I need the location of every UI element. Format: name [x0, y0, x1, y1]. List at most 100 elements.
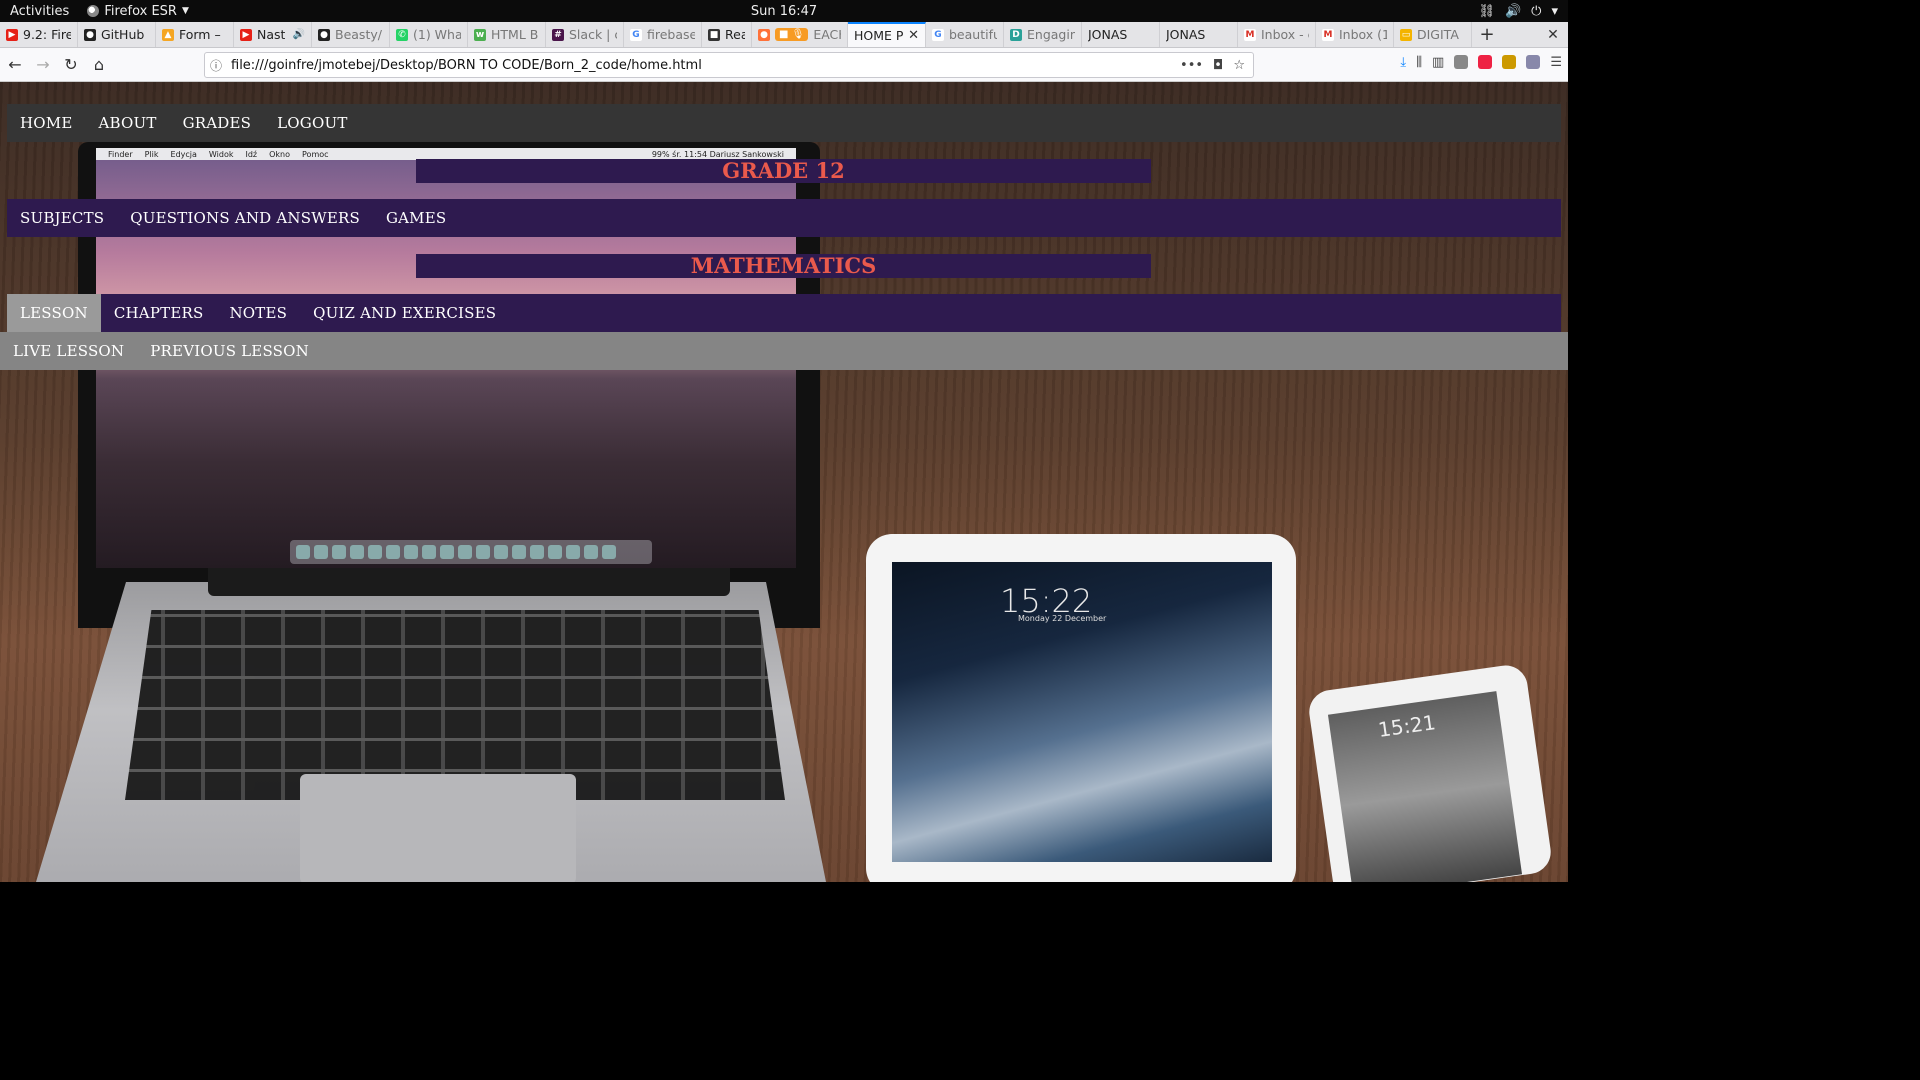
- forward-button[interactable]: →: [30, 52, 56, 78]
- browser-tab[interactable]: ● GitHub: [78, 22, 156, 47]
- toolbar-right-icons: ⤓ ⫼ ▥ ☰: [1400, 55, 1562, 70]
- url-text[interactable]: file:///goinfre/jmotebej/Desktop/BORN TO…: [227, 58, 1180, 73]
- nav-lesson-link[interactable]: LESSON: [7, 294, 101, 332]
- home-button[interactable]: ⌂: [86, 52, 112, 78]
- url-bar[interactable]: ⓘ file:///goinfre/jmotebej/Desktop/BORN …: [204, 52, 1254, 78]
- google-icon: G: [932, 28, 944, 41]
- nav-about-link[interactable]: ABOUT: [86, 104, 170, 142]
- browser-tab[interactable]: ● Beasty/: [312, 22, 390, 47]
- page-actions-icon[interactable]: •••: [1180, 58, 1203, 73]
- app-name: Firefox ESR: [104, 3, 177, 19]
- github-icon: ●: [84, 28, 96, 41]
- window-close-button[interactable]: ✕: [1538, 22, 1568, 47]
- speaker-icon[interactable]: 🔊: [293, 29, 305, 40]
- github-icon: ●: [318, 28, 330, 41]
- lesson-dropdown: LIVE LESSON PREVIOUS LESSON: [0, 332, 1568, 370]
- browser-tab[interactable]: ▶ Nast 🔊: [234, 22, 312, 47]
- background-dock: [290, 540, 652, 564]
- background-laptop-hinge: [208, 568, 730, 596]
- background-keyboard: [125, 610, 785, 800]
- extension-icon[interactable]: [1502, 55, 1517, 69]
- arrow-right-icon: →: [36, 55, 50, 74]
- sidebar-icon[interactable]: ▥: [1432, 55, 1444, 70]
- system-top-bar: Activities Firefox ESR ▼ Sun 16:47 ⛓ 🔊 ⏻…: [0, 0, 1568, 22]
- page-icon: ■: [708, 28, 720, 41]
- power-icon: ⏻: [1531, 3, 1542, 19]
- site-info-icon[interactable]: ⓘ: [205, 57, 227, 74]
- browser-tab[interactable]: D Engagin: [1004, 22, 1082, 47]
- camera-sharing-icon[interactable]: ■ 🎙: [775, 28, 809, 41]
- background-tablet-date: Monday 22 December: [1018, 614, 1107, 623]
- browser-tab-active[interactable]: HOME P ✕: [848, 22, 926, 47]
- browser-tab[interactable]: M Inbox (1: [1316, 22, 1394, 47]
- menu-icon[interactable]: ☰: [1550, 55, 1562, 70]
- chevron-down-icon: ▼: [181, 6, 189, 16]
- browser-tab[interactable]: MInbox - c: [1238, 22, 1316, 47]
- browser-tab[interactable]: ▭ DIGITA: [1394, 22, 1472, 47]
- lesson-nav: LESSON CHAPTERS NOTES QUIZ AND EXERCISES: [7, 294, 1561, 332]
- library-icon[interactable]: ⫼: [1416, 55, 1422, 70]
- youtube-icon: ▶: [240, 28, 252, 41]
- live-lesson-link[interactable]: LIVE LESSON: [0, 332, 137, 370]
- browser-tab[interactable]: ✆(1) What: [390, 22, 468, 47]
- firefox-icon: ●: [758, 28, 770, 41]
- downloads-icon[interactable]: ⤓: [1400, 55, 1406, 70]
- browser-tab[interactable]: Gfirebase: [624, 22, 702, 47]
- nav-chapters-link[interactable]: CHAPTERS: [101, 294, 217, 332]
- firebase-icon: ▲: [162, 28, 174, 41]
- slack-icon: #: [552, 28, 564, 41]
- youtube-icon: ▶: [6, 28, 18, 41]
- nav-quiz-link[interactable]: QUIZ AND EXERCISES: [300, 294, 509, 332]
- site-top-nav: HOME ABOUT GRADES LOGOUT: [7, 104, 1561, 142]
- browser-tab[interactable]: Gbeautifu: [926, 22, 1004, 47]
- bookmark-star-icon[interactable]: ☆: [1233, 58, 1245, 73]
- volume-icon: 🔊: [1504, 3, 1522, 19]
- chevron-down-icon: ▾: [1551, 3, 1558, 19]
- gmail-icon: M: [1322, 28, 1334, 41]
- google-icon: G: [630, 28, 642, 41]
- grade-title: GRADE 12: [416, 159, 1151, 183]
- browser-tab-strip: ▶ 9.2: Fire ● GitHub ▲ Form – ▶ Nast 🔊 ● Beast…: [0, 22, 1568, 48]
- pocket-icon[interactable]: ◘: [1213, 58, 1223, 73]
- network-icon: ⛓: [1478, 3, 1495, 19]
- extension-icon[interactable]: [1478, 55, 1493, 69]
- background-trackpad: [300, 774, 576, 882]
- nav-notes-link[interactable]: NOTES: [216, 294, 300, 332]
- browser-toolbar: ← → ↻ ⌂ ⓘ file:///goinfre/jmotebej/Deskt…: [0, 48, 1568, 82]
- browser-tab[interactable]: ▶ 9.2: Fire: [0, 22, 78, 47]
- w3-icon: w: [474, 28, 486, 41]
- activities-button[interactable]: Activities: [0, 4, 79, 19]
- reload-icon: ↻: [64, 55, 78, 74]
- previous-lesson-link[interactable]: PREVIOUS LESSON: [137, 332, 322, 370]
- slides-icon: ▭: [1400, 28, 1412, 41]
- extension-icon[interactable]: [1526, 55, 1541, 69]
- new-tab-button[interactable]: +: [1472, 22, 1502, 47]
- firefox-icon: [87, 5, 100, 17]
- browser-tab[interactable]: JONAS: [1160, 22, 1238, 47]
- browser-tab[interactable]: ■Real: [702, 22, 752, 47]
- close-icon[interactable]: ✕: [908, 28, 919, 43]
- whatsapp-icon: ✆: [396, 28, 408, 41]
- nav-home-link[interactable]: HOME: [7, 104, 86, 142]
- nav-subjects-link[interactable]: SUBJECTS: [7, 199, 117, 237]
- subject-title: MATHEMATICS: [416, 254, 1151, 278]
- browser-tab[interactable]: w HTML B: [468, 22, 546, 47]
- app-menu-button[interactable]: Firefox ESR ▼: [79, 4, 189, 19]
- browser-tab[interactable]: ▲ Form –: [156, 22, 234, 47]
- site-sub-nav: SUBJECTS QUESTIONS AND ANSWERS GAMES: [7, 199, 1561, 237]
- nav-games-link[interactable]: GAMES: [373, 199, 459, 237]
- system-tray[interactable]: ⛓ 🔊 ⏻ ▾: [1478, 4, 1568, 19]
- nav-qa-link[interactable]: QUESTIONS AND ANSWERS: [117, 199, 373, 237]
- extension-icon[interactable]: [1454, 55, 1469, 69]
- browser-tab[interactable]: # Slack | c: [546, 22, 624, 47]
- page-viewport: Finder Plik Edycja Widok Idź Okno Pomoc …: [0, 82, 1568, 882]
- nav-grades-link[interactable]: GRADES: [170, 104, 265, 142]
- browser-tab[interactable]: JONAS: [1082, 22, 1160, 47]
- back-button[interactable]: ←: [2, 52, 28, 78]
- nav-logout-link[interactable]: LOGOUT: [264, 104, 360, 142]
- system-clock[interactable]: Sun 16:47: [0, 4, 1568, 19]
- arrow-left-icon: ←: [8, 55, 22, 74]
- browser-tab-sharing[interactable]: ●■ 🎙EACH: [752, 22, 848, 47]
- reload-button[interactable]: ↻: [58, 52, 84, 78]
- home-icon: ⌂: [93, 55, 105, 74]
